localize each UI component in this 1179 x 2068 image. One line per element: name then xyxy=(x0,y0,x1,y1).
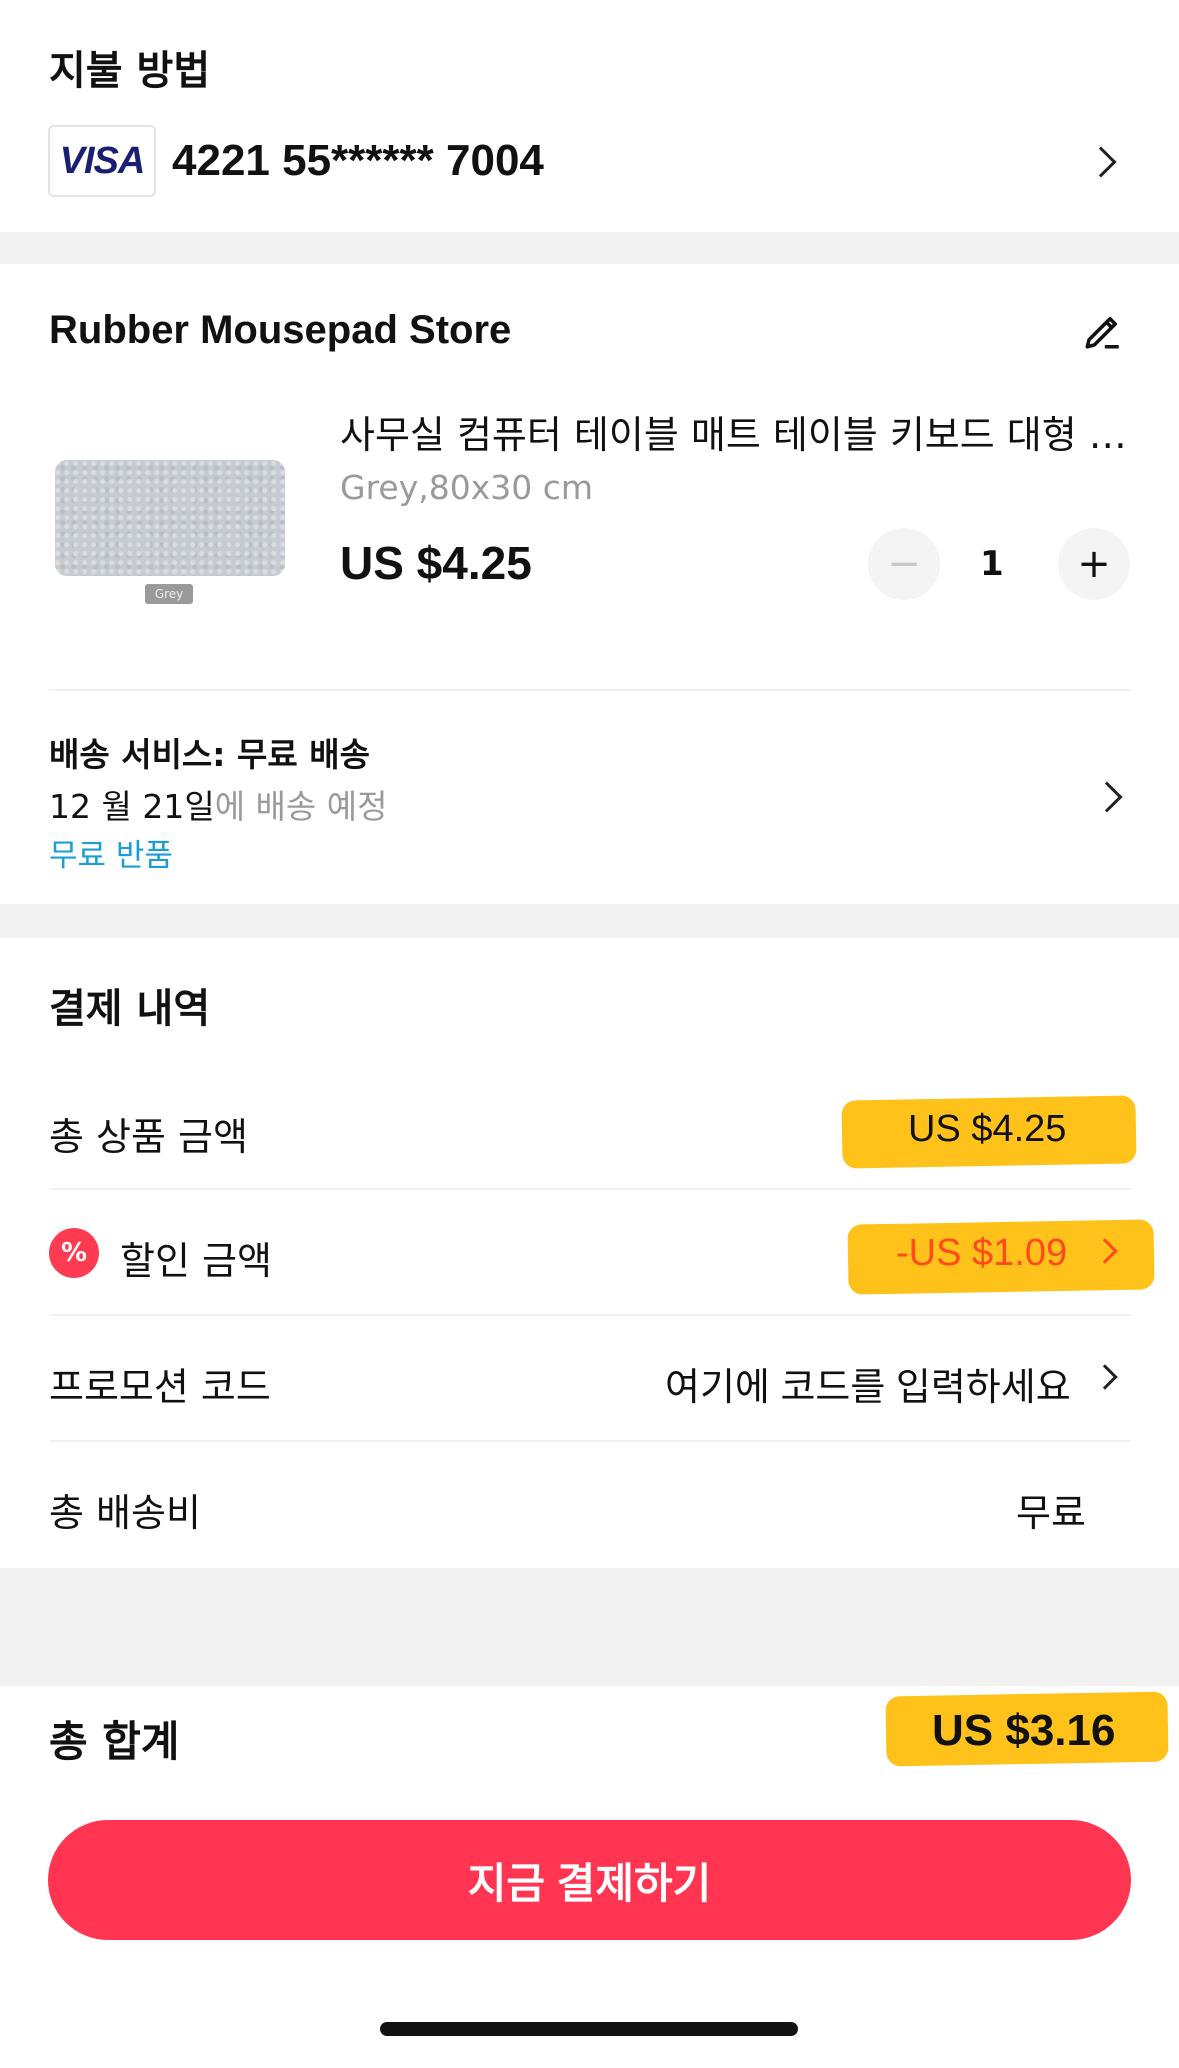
discount-label: 할인 금액 xyxy=(120,1239,272,1283)
chevron-right-icon xyxy=(1092,1364,1118,1390)
shipping-service-label: 배송 서비스: 무료 배송 xyxy=(49,735,370,774)
order-item-section: Rubber Mousepad Store Grey 사무실 컴퓨터 테이블 매… xyxy=(0,264,1179,904)
promo-code-placeholder: 여기에 코드를 입력하세요 xyxy=(665,1367,1071,1409)
payment-method-title: 지불 방법 xyxy=(49,48,211,94)
divider xyxy=(49,1314,1131,1316)
quantity-decrease-button[interactable]: − xyxy=(868,528,940,600)
pay-now-button[interactable]: 지금 결제하기 xyxy=(48,1820,1131,1940)
quantity-increase-button[interactable]: + xyxy=(1058,528,1130,600)
edit-pencil-icon[interactable] xyxy=(1082,310,1124,352)
subtotal-label: 총 상품 금액 xyxy=(49,1115,248,1159)
product-title[interactable]: 사무실 컴퓨터 테이블 매트 테이블 키보드 대형 마우스 패드 xyxy=(340,404,1130,459)
delivery-estimate: 12 월 21일에 배송 예정 xyxy=(49,787,388,826)
plus-icon: + xyxy=(1077,541,1111,587)
product-price: US $4.25 xyxy=(340,537,532,589)
discount-value: -US $1.09 xyxy=(896,1232,1068,1274)
payment-details-section: 결제 내역 총 상품 금액 US $4.25 % 할인 금액 -US $1.09… xyxy=(0,938,1179,1568)
promo-code-label: 프로모션 코드 xyxy=(49,1365,271,1409)
product-variant[interactable]: Grey,80x30 cm xyxy=(340,468,593,507)
payment-method-section: 지불 방법 VISA 4221 55****** 7004 xyxy=(0,0,1179,232)
chevron-right-icon[interactable] xyxy=(1085,146,1117,178)
store-name[interactable]: Rubber Mousepad Store xyxy=(49,308,511,353)
card-number: 4221 55****** 7004 xyxy=(172,136,544,185)
divider xyxy=(49,1440,1131,1442)
home-indicator xyxy=(380,2022,798,2036)
checkout-footer: 총 합계 US $3.16 지금 결제하기 xyxy=(0,1686,1179,2068)
subtotal-value: US $4.25 xyxy=(908,1108,1067,1150)
total-value: US $3.16 xyxy=(932,1706,1116,1755)
discount-percent-icon: % xyxy=(49,1228,99,1278)
thumbnail-variant-tag: Grey xyxy=(145,584,193,604)
divider xyxy=(49,689,1131,691)
payment-details-title: 결제 내역 xyxy=(49,986,211,1032)
divider xyxy=(49,1188,1131,1190)
quantity-value: 1 xyxy=(980,544,1004,584)
visa-logo: VISA xyxy=(48,125,156,197)
shipping-fee-value: 무료 xyxy=(1016,1493,1086,1535)
chevron-right-icon[interactable] xyxy=(1091,781,1123,813)
minus-icon: − xyxy=(887,541,921,587)
product-thumbnail[interactable] xyxy=(55,460,285,576)
shipping-fee-label: 총 배송비 xyxy=(49,1491,201,1535)
total-label: 총 합계 xyxy=(49,1717,180,1766)
free-returns-label: 무료 반품 xyxy=(49,838,173,874)
